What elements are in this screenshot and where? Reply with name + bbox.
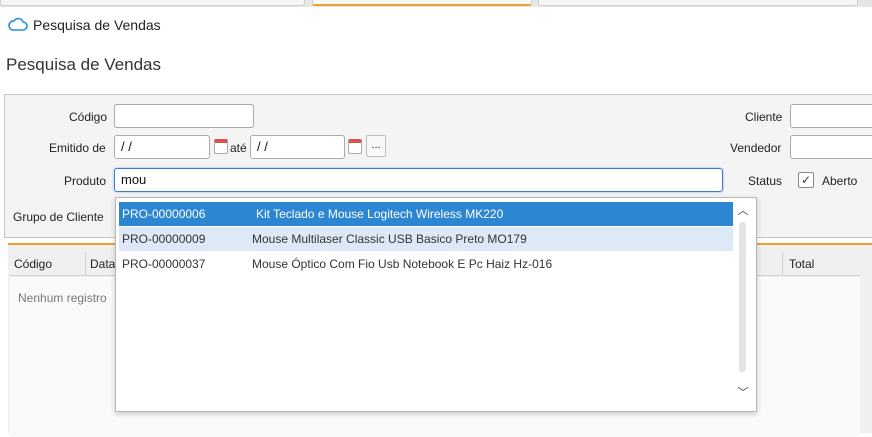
aberto-checkbox[interactable]: ✓ [798, 172, 814, 188]
window-title: Pesquisa de Vendas [33, 17, 161, 33]
calendar-to-icon[interactable] [348, 139, 362, 154]
cloud-icon [8, 17, 28, 31]
product-code: PRO-00000037 [122, 257, 206, 271]
calendar-from-icon[interactable] [214, 139, 228, 154]
aberto-label[interactable]: Aberto [822, 174, 857, 188]
dropdown-scrollbar[interactable]: ︿ ﹀ [736, 202, 750, 405]
ate-label: até [230, 141, 247, 155]
column-data[interactable]: Data [90, 257, 115, 271]
produto-input[interactable]: mou [114, 168, 723, 192]
emitido-label: Emitido de [49, 141, 106, 155]
product-code: PRO-00000009 [122, 232, 206, 246]
column-codigo[interactable]: Código [14, 257, 52, 271]
product-description: Mouse Óptico Com Fio Usb Notebook E Pc H… [252, 257, 553, 271]
cliente-label: Cliente [745, 110, 783, 124]
date-to-input[interactable]: / / [250, 135, 345, 159]
chevron-down-icon[interactable]: ﹀ [736, 384, 750, 400]
column-separator [782, 252, 783, 276]
produto-label: Produto [64, 174, 107, 188]
window-header: Pesquisa de Vendas [0, 7, 872, 39]
more-options-button[interactable]: ... [366, 135, 386, 157]
list-item[interactable]: PRO-00000037 Mouse Óptico Com Fio Usb No… [119, 252, 733, 276]
tab-strip [0, 0, 872, 7]
tab-inactive-2[interactable] [538, 0, 858, 6]
vendedor-label: Vendedor [730, 141, 782, 155]
product-code: PRO-00000006 [122, 207, 206, 221]
codigo-label: Código [69, 110, 108, 124]
cliente-input[interactable] [790, 104, 872, 128]
list-item[interactable]: PRO-00000009 Mouse Multilaser Classic US… [119, 227, 733, 251]
vendedor-input[interactable] [790, 135, 872, 159]
grupo-cliente-label: Grupo de Cliente [13, 210, 104, 224]
product-description: Mouse Multilaser Classic USB Basico Pret… [252, 232, 527, 246]
codigo-input[interactable] [114, 104, 254, 128]
scrollbar-track[interactable] [739, 222, 746, 372]
column-separator [85, 252, 86, 276]
status-label: Status [748, 174, 783, 188]
tab-inactive-1[interactable] [0, 0, 305, 6]
produto-autocomplete-list[interactable]: PRO-00000006 Kit Teclado e Mouse Logitec… [115, 197, 757, 412]
product-description: Kit Teclado e Mouse Logitech Wireless MK… [256, 207, 504, 221]
tab-active[interactable] [312, 0, 532, 6]
list-item[interactable]: PRO-00000006 Kit Teclado e Mouse Logitec… [119, 202, 733, 226]
column-total[interactable]: Total [789, 257, 814, 271]
chevron-up-icon[interactable]: ︿ [736, 202, 750, 218]
page-title: Pesquisa de Vendas [6, 55, 162, 74]
empty-message: Nenhum registro [18, 291, 107, 305]
date-from-input[interactable]: / / [114, 135, 210, 159]
